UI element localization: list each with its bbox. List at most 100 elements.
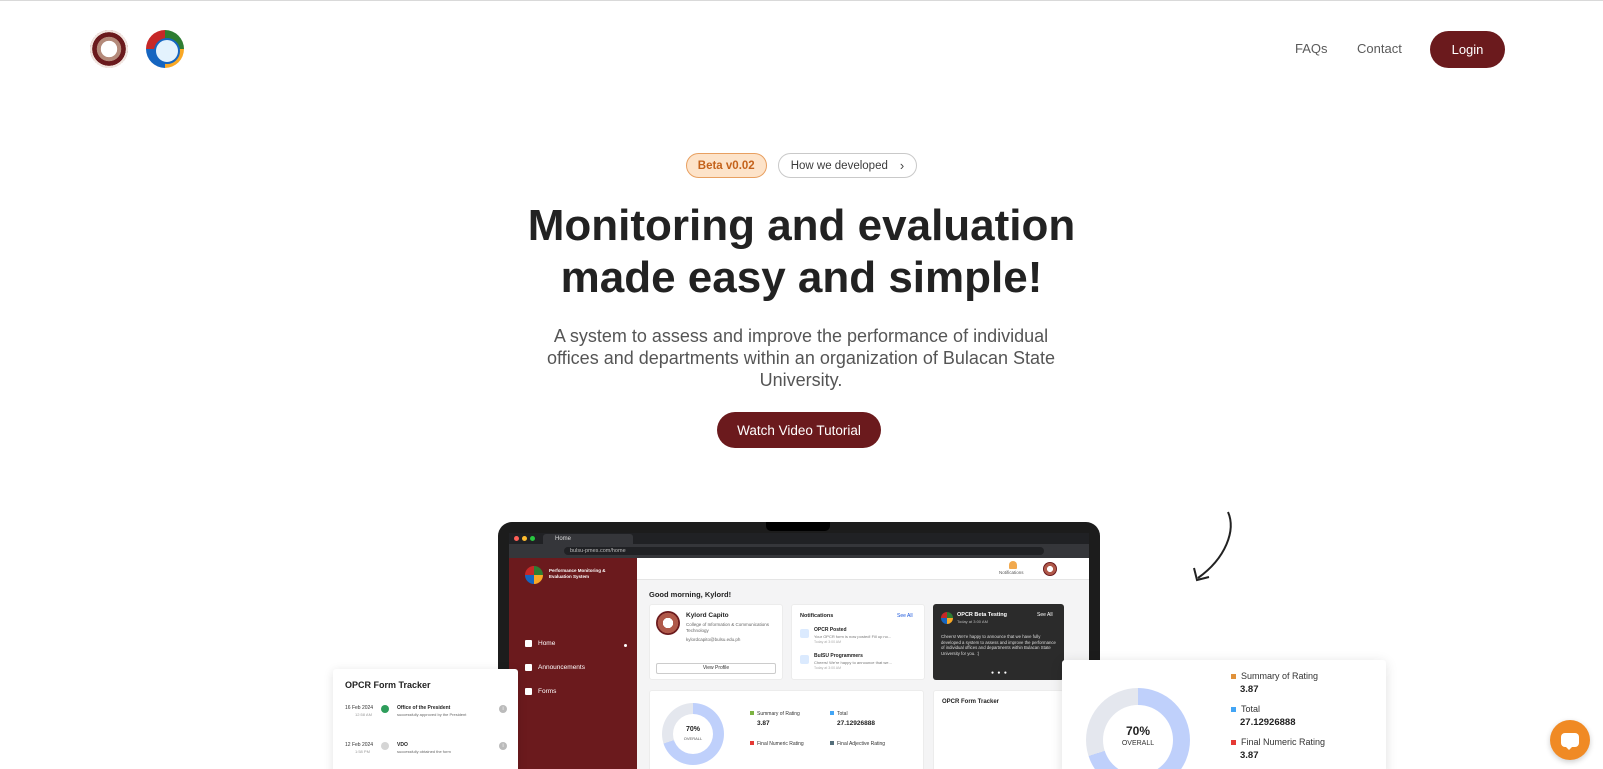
- laptop-preview: Home bulsu-pmes.com/home Performance Mon…: [498, 522, 1100, 769]
- app-main: Notifications Good morning, Kylord! Kylo…: [637, 558, 1089, 769]
- summary-label: Summary of Rating: [1231, 671, 1318, 681]
- tracker-date: 16 Feb 2024: [345, 705, 374, 711]
- laptop-notch: [766, 522, 830, 531]
- total-value: 27.12926888: [1240, 717, 1296, 728]
- far-label: Final Adjective Rating: [830, 741, 885, 747]
- sidebar-item-label: Home: [538, 640, 556, 647]
- fnr-label-text: Final Numeric Rating: [757, 741, 804, 747]
- summary-label: Summary of Rating: [750, 711, 800, 717]
- legend-square: [1231, 706, 1236, 712]
- notification-time: Today at 3:00 AM: [814, 640, 842, 644]
- chat-button[interactable]: [1550, 720, 1590, 760]
- view-profile-button: View Profile: [656, 663, 776, 674]
- maximize-dot-icon: [530, 536, 535, 541]
- megaphone-icon: [800, 655, 809, 664]
- notifications-title: Notifications: [800, 613, 834, 619]
- tracker-time: 12:58 AM: [355, 712, 372, 717]
- summary-value: 3.87: [1240, 684, 1259, 695]
- tracker-title: OPCR Form Tracker: [942, 699, 1000, 705]
- legend-square: [750, 741, 754, 745]
- nav-faqs-link[interactable]: FAQs: [1295, 41, 1328, 56]
- hero-title: Monitoring and evaluation made easy and …: [0, 200, 1603, 304]
- overall-donut-chart: [662, 703, 724, 765]
- check-icon: [381, 705, 389, 713]
- nav-contact-link[interactable]: Contact: [1357, 41, 1402, 56]
- profile-college: College of Information & Communications …: [686, 622, 770, 633]
- see-all-link: See All: [897, 613, 913, 619]
- chevron-right-icon: ›: [899, 158, 905, 173]
- greeting: Good morning, Kylord!: [649, 590, 732, 599]
- hero-title-line1: Monitoring and evaluation: [527, 201, 1076, 250]
- profile-name: Kylord Capito: [686, 612, 729, 619]
- app-topbar: Notifications: [637, 558, 1089, 580]
- app-title: Performance Monitoring & Evaluation Syst…: [549, 568, 606, 579]
- rating-card: 70% OVERALL Summary of Rating 3.87 Total…: [649, 690, 924, 769]
- fnr-label: Final Numeric Rating: [750, 741, 804, 747]
- app-screenshot: Home bulsu-pmes.com/home Performance Mon…: [509, 533, 1089, 769]
- minimize-dot-icon: [522, 536, 527, 541]
- sidebar-item-home: Home: [525, 640, 555, 647]
- chat-icon: [1561, 733, 1579, 750]
- active-indicator: [624, 644, 627, 647]
- hero-subtitle: A system to assess and improve the perfo…: [547, 326, 1055, 390]
- overall-rating-card: 70% OVERALL Summary of Rating 3.87 Total…: [1062, 660, 1386, 769]
- top-divider: [0, 0, 1603, 1]
- tracker-desc: successfully approved by the President: [397, 712, 467, 717]
- overall-label: OVERALL: [683, 736, 703, 741]
- legend-square: [750, 711, 754, 715]
- hero-badges: Beta v0.02 How we developed ›: [0, 153, 1603, 178]
- bell-icon: [1009, 561, 1017, 569]
- beta-card-title: OPCR Beta Testing: [957, 612, 1008, 618]
- bsu-seal-logo[interactable]: [90, 30, 128, 68]
- beta-version-badge[interactable]: Beta v0.02: [685, 153, 767, 178]
- app-logo: [525, 566, 543, 584]
- fnr-label-text: Final Numeric Rating: [1241, 737, 1326, 747]
- overall-label: OVERALL: [1121, 740, 1155, 747]
- browser-url: bulsu-pmes.com/home: [564, 547, 1044, 555]
- fnr-value: 3.87: [1240, 750, 1259, 761]
- app-sidebar: Performance Monitoring & Evaluation Syst…: [509, 558, 637, 769]
- legend-square: [830, 741, 834, 745]
- sidebar-item-label: Announcements: [538, 664, 585, 671]
- notification-desc: Your OPCR form is now posted! Fill up no…: [814, 634, 892, 639]
- form-tracker-card: OPCR Form Tracker 16 Feb 2024 12:58 AM O…: [333, 669, 518, 769]
- tracker-office: Office of the President: [397, 705, 451, 711]
- tracker-card: OPCR Form Tracker: [933, 690, 1064, 769]
- how-we-developed-label: How we developed: [790, 159, 888, 172]
- notifications-card: Notifications See All OPCR Posted Your O…: [791, 604, 925, 680]
- info-icon: i: [499, 742, 507, 750]
- avatar: [1043, 562, 1057, 576]
- sidebar-item-forms: Forms: [525, 688, 556, 695]
- total-label-text: Total: [1241, 704, 1261, 714]
- notification-desc: Cheers! We're happy to announce that we.…: [814, 660, 892, 665]
- tracker-time: 1:58 PM: [355, 749, 370, 754]
- college-gear-logo[interactable]: [146, 30, 184, 68]
- watch-video-tutorial-button[interactable]: Watch Video Tutorial: [717, 412, 881, 448]
- summary-value: 3.87: [757, 720, 770, 727]
- sidebar-item-label: Forms: [538, 688, 557, 695]
- overall-percent: 70%: [685, 726, 700, 733]
- legend-square: [1231, 739, 1236, 745]
- notification-title: BulSU Programmers: [814, 653, 863, 659]
- beta-testing-card: OPCR Beta Testing Today at 3:00 AM See A…: [933, 604, 1064, 680]
- tracker-date: 12 Feb 2024: [345, 742, 374, 748]
- far-label-text: Final Adjective Rating: [837, 741, 886, 747]
- summary-label-text: Summary of Rating: [757, 711, 800, 717]
- login-button[interactable]: Login: [1430, 31, 1505, 68]
- curved-arrow-icon: [1193, 511, 1232, 582]
- fnr-label: Final Numeric Rating: [1231, 737, 1325, 747]
- notifications-label: Notifications: [999, 570, 1024, 575]
- browser-urlbar: bulsu-pmes.com/home: [509, 544, 1089, 558]
- close-dot-icon: [514, 536, 519, 541]
- notification-time: Today at 3:00 AM: [814, 666, 842, 670]
- how-we-developed-link[interactable]: How we developed ›: [777, 153, 918, 178]
- hero-title-line2: made easy and simple!: [560, 253, 1043, 302]
- app-logo: [941, 612, 953, 624]
- profile-card: Kylord Capito College of Information & C…: [649, 604, 783, 680]
- home-icon: [525, 640, 532, 647]
- carousel-dots: ● ● ●: [991, 670, 1008, 676]
- notification-title: OPCR Posted: [814, 627, 847, 633]
- overall-percent: 70%: [1125, 724, 1151, 738]
- document-icon: [800, 629, 809, 638]
- megaphone-icon: [525, 664, 532, 671]
